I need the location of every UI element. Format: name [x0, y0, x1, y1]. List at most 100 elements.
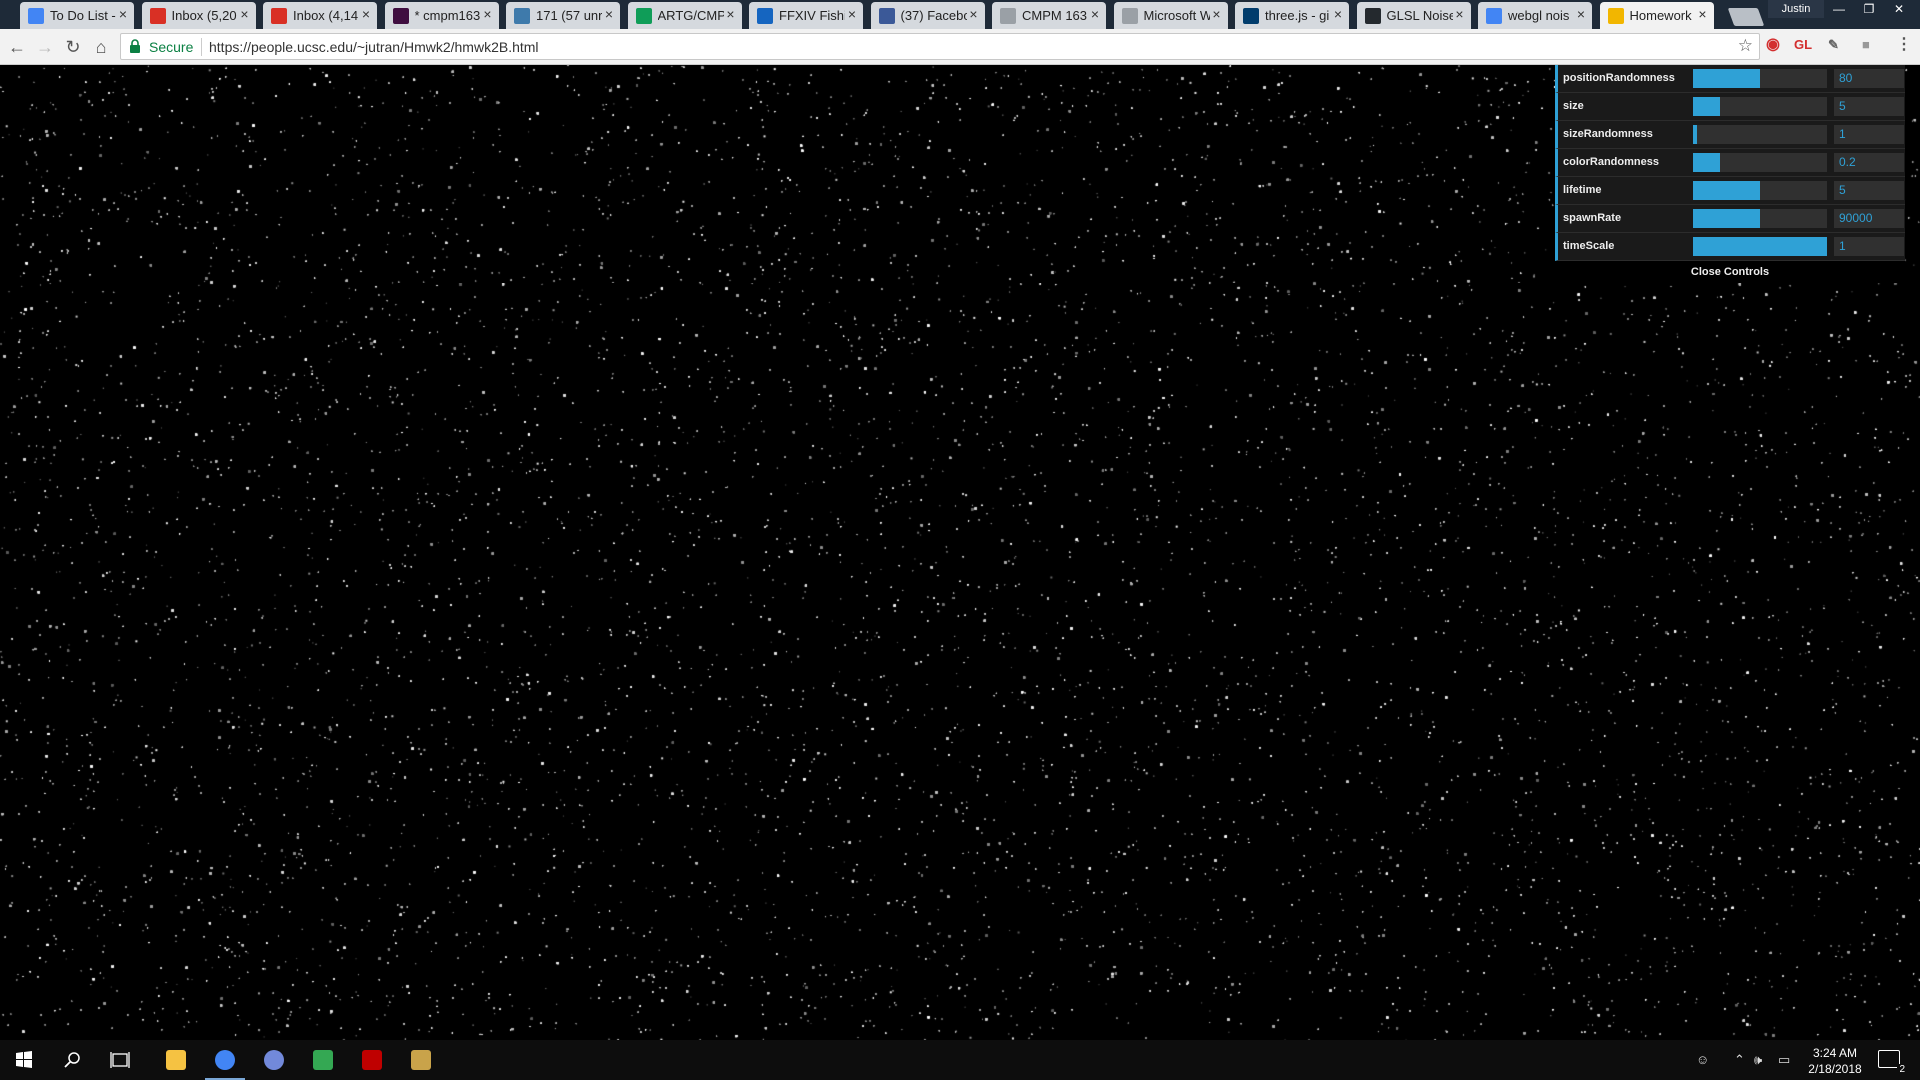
spawnRate-input[interactable]: 90000 — [1834, 209, 1904, 228]
positionRandomness-slider[interactable] — [1693, 69, 1827, 88]
tab-label: webgl nois — [1508, 8, 1570, 23]
browser-tab-strip: To Do List - × Inbox (5,20 × Inbox (4,14 × * c… — [0, 0, 1920, 29]
positionRandomness-input[interactable]: 80 — [1834, 69, 1904, 88]
browser-tab[interactable]: 171 (57 unr × — [506, 2, 620, 29]
lock-icon — [130, 39, 140, 53]
spawnRate-slider[interactable] — [1693, 209, 1827, 228]
reload-icon[interactable]: ↻ — [62, 36, 84, 58]
browser-tab[interactable]: GLSL Noise × — [1356, 2, 1471, 29]
minimize-icon[interactable]: — — [1824, 0, 1854, 18]
browser-tab[interactable]: Microsoft W × — [1113, 2, 1228, 29]
control-label: positionRandomness — [1563, 72, 1675, 84]
search-icon[interactable] — [48, 1040, 96, 1080]
action-center-icon[interactable]: 2 — [1878, 1050, 1907, 1075]
forward-arrow-icon[interactable]: → — [34, 36, 56, 58]
lifetime-slider[interactable] — [1693, 181, 1827, 200]
close-window-icon[interactable]: ✕ — [1884, 0, 1914, 18]
chrome-icon[interactable] — [201, 1040, 249, 1080]
colorRandomness-slider[interactable] — [1693, 153, 1827, 172]
browser-tab[interactable]: Inbox (5,20 × — [141, 2, 256, 29]
tab-close-icon[interactable]: × — [119, 6, 127, 22]
browser-tab[interactable]: * cmpm163 × — [384, 2, 499, 29]
size-slider[interactable] — [1693, 97, 1827, 116]
browser-tab[interactable]: FFXIV Fishi × — [749, 2, 863, 29]
timeScale-slider[interactable] — [1693, 237, 1827, 256]
facebook-icon — [878, 8, 895, 24]
tab-close-icon[interactable]: × — [1455, 6, 1463, 22]
tab-close-icon[interactable]: × — [1334, 6, 1342, 22]
tab-close-icon[interactable]: × — [605, 6, 613, 22]
notification-count: 2 — [1897, 1064, 1907, 1075]
page-icon — [1000, 8, 1016, 24]
slider-fill — [1693, 153, 1720, 172]
colorRandomness-input[interactable]: 0.2 — [1834, 153, 1904, 172]
browser-tab[interactable]: CMPM 163 × — [992, 2, 1106, 29]
control-row-colorRandomness: colorRandomness 0.2 — [1555, 149, 1905, 177]
tab-label: * cmpm163 — [414, 8, 481, 23]
sheets-icon — [635, 8, 652, 24]
control-label: timeScale — [1563, 240, 1615, 252]
maps-icon[interactable] — [299, 1040, 347, 1080]
ucsc-icon — [1607, 8, 1624, 24]
system-clock[interactable]: 3:24 AM 2/18/2018 — [1800, 1045, 1870, 1077]
people-icon[interactable]: ☺ — [1696, 1052, 1709, 1067]
task-view-icon[interactable] — [96, 1040, 144, 1080]
tab-close-icon[interactable]: × — [483, 6, 491, 22]
browser-tab[interactable]: To Do List - × — [20, 2, 134, 29]
tab-close-icon[interactable]: × — [240, 6, 248, 22]
extension-icon[interactable]: ■ — [1862, 37, 1870, 52]
control-label: sizeRandomness — [1563, 128, 1653, 140]
tab-close-icon[interactable]: × — [1577, 6, 1585, 22]
tab-close-icon[interactable]: × — [1698, 6, 1706, 22]
chevron-up-icon[interactable]: ⌃ — [1734, 1052, 1745, 1068]
tab-label: ARTG/CMP — [657, 8, 724, 23]
battery-icon[interactable]: ▭ — [1778, 1052, 1790, 1068]
tab-close-icon[interactable]: × — [1091, 6, 1099, 22]
pen-extension-icon[interactable]: ✎ — [1828, 37, 1839, 53]
url-text[interactable]: https://people.ucsc.edu/~jutran/Hmwk2/hm… — [209, 39, 539, 55]
tab-close-icon[interactable]: × — [726, 6, 734, 22]
control-label: size — [1563, 100, 1584, 112]
discord-icon[interactable] — [250, 1040, 298, 1080]
control-row-sizeRandomness: sizeRandomness 1 — [1555, 121, 1905, 149]
filezilla-icon[interactable] — [348, 1040, 396, 1080]
tab-close-icon[interactable]: × — [848, 6, 856, 22]
start-windows-icon[interactable] — [0, 1040, 48, 1080]
browser-tab[interactable]: three.js - gi × — [1235, 2, 1349, 29]
tab-label: To Do List - — [50, 8, 116, 23]
app-icon[interactable] — [397, 1040, 445, 1080]
tab-label: Microsoft W — [1143, 8, 1210, 23]
lifetime-input[interactable]: 5 — [1834, 181, 1904, 200]
bookmark-star-icon[interactable]: ☆ — [1738, 36, 1753, 56]
volume-icon[interactable]: 🕪 — [1754, 1052, 1762, 1068]
control-row-lifetime: lifetime 5 — [1555, 177, 1905, 205]
slider-fill — [1693, 69, 1760, 88]
browser-tab[interactable]: Inbox (4,14 × — [263, 2, 377, 29]
browser-tab[interactable]: ARTG/CMP × — [627, 2, 742, 29]
tab-close-icon[interactable]: × — [969, 6, 977, 22]
tab-close-icon[interactable]: × — [362, 6, 370, 22]
browser-tab[interactable]: webgl nois × — [1478, 2, 1592, 29]
file-explorer-icon[interactable] — [152, 1040, 200, 1080]
browser-tab[interactable]: (37) Facebo × — [870, 2, 985, 29]
home-icon[interactable]: ⌂ — [90, 36, 112, 58]
docs-icon — [28, 8, 44, 24]
tab-close-icon[interactable]: × — [1212, 6, 1220, 22]
browser-toolbar: ← → ↻ ⌂ Secure https://people.ucsc.edu/~… — [0, 29, 1920, 65]
opera-extension-icon[interactable]: ◉ — [1766, 34, 1780, 54]
browser-tab[interactable]: Homework × — [1599, 2, 1714, 29]
profile-button[interactable]: Justin — [1768, 0, 1824, 18]
control-label: lifetime — [1563, 184, 1602, 196]
gl-extension-icon[interactable]: GL — [1794, 37, 1812, 52]
address-bar[interactable]: Secure https://people.ucsc.edu/~jutran/H… — [120, 33, 1760, 60]
google-icon — [1486, 8, 1502, 24]
sizeRandomness-input[interactable]: 1 — [1834, 125, 1904, 144]
back-arrow-icon[interactable]: ← — [6, 36, 28, 58]
new-tab-button[interactable] — [1727, 8, 1765, 26]
close-controls-button[interactable]: Close Controls — [1555, 261, 1905, 283]
restore-icon[interactable]: ❐ — [1854, 0, 1884, 18]
sizeRandomness-slider[interactable] — [1693, 125, 1827, 144]
size-input[interactable]: 5 — [1834, 97, 1904, 116]
menu-icon[interactable]: ⋮ — [1896, 34, 1912, 54]
timeScale-input[interactable]: 1 — [1834, 237, 1904, 256]
